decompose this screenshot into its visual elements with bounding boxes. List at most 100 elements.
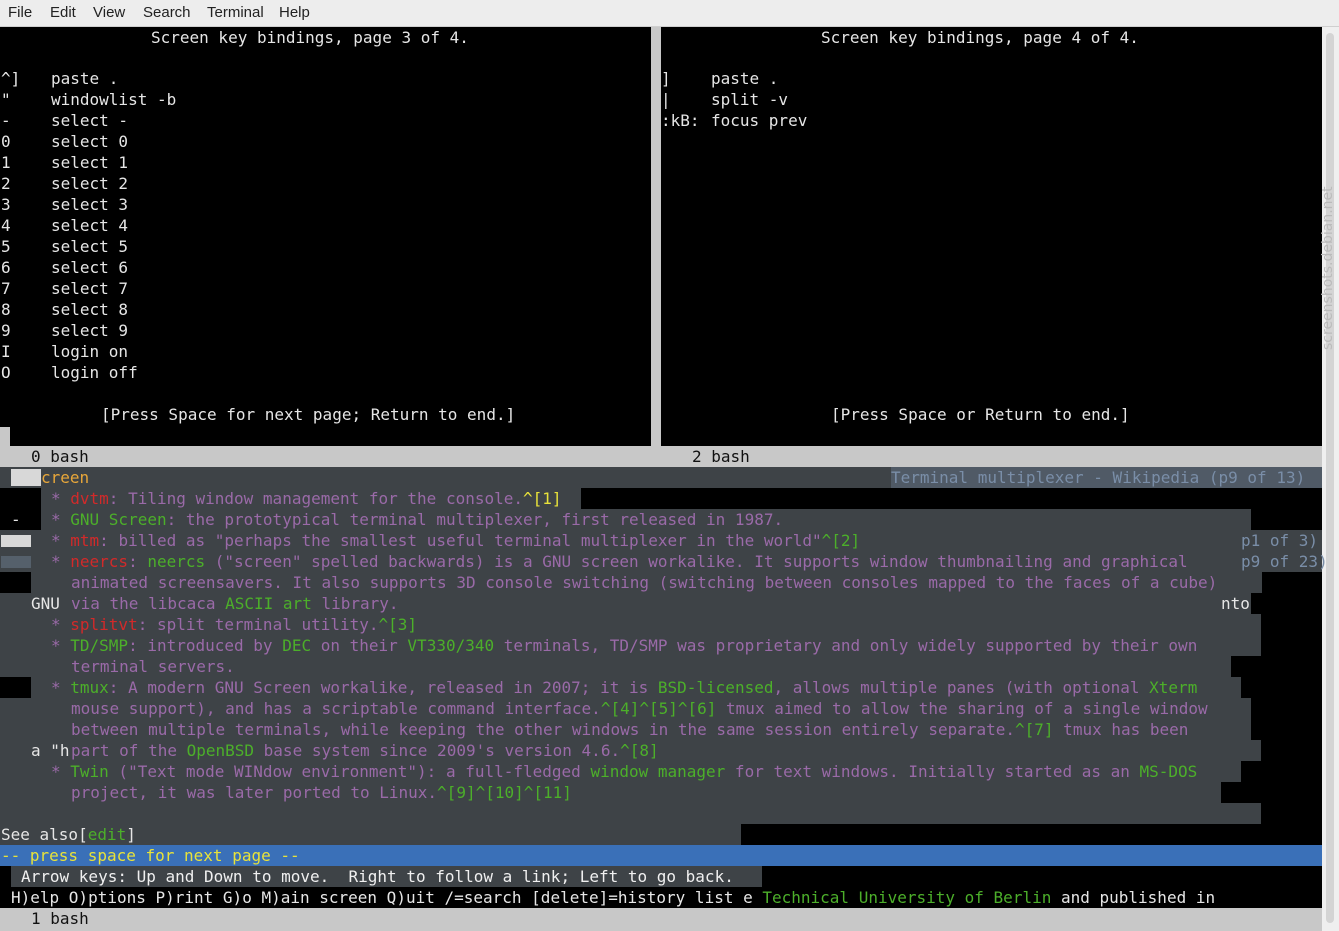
pane-separator[interactable] xyxy=(651,27,661,447)
menu-file[interactable]: File xyxy=(8,4,32,21)
link-edit[interactable]: edit xyxy=(88,825,127,844)
link-splitvt[interactable]: splitvt xyxy=(70,615,137,634)
menu-view[interactable]: View xyxy=(93,4,125,21)
bullet: * xyxy=(51,636,71,655)
fragment-gnu: GNU xyxy=(31,594,60,613)
bullet: * xyxy=(51,615,71,634)
key-label: 6 xyxy=(1,258,11,277)
link-bsd[interactable]: BSD-licensed xyxy=(658,678,774,697)
key-label: 2 xyxy=(1,174,11,193)
status-right-window[interactable]: 2 bash xyxy=(661,446,1322,467)
ref-link[interactable]: ^[9]^[10]^[11] xyxy=(437,783,572,802)
link-neercs-site[interactable]: neercs xyxy=(147,552,205,571)
text: terminal servers. xyxy=(71,657,235,676)
key-label: 3 xyxy=(1,195,11,214)
binding-command: focus prev xyxy=(711,111,808,130)
binding-command: select 6 xyxy=(51,258,129,277)
link-neercs[interactable]: neercs xyxy=(70,552,128,571)
bullet: * xyxy=(51,510,71,529)
text: : billed as "perhaps the smallest useful… xyxy=(99,531,822,550)
link-twin[interactable]: Twin xyxy=(70,762,109,781)
link-dvtm[interactable]: dvtm xyxy=(70,489,109,508)
text: part of the xyxy=(71,741,187,760)
fragment-page-1: p1 of 3) xyxy=(1241,531,1319,550)
fragment-dash: - xyxy=(11,510,21,529)
status-bottom-window[interactable]: 1 bash xyxy=(0,908,1322,931)
left-pane-footer: [Press Space for next page; Return to en… xyxy=(101,405,516,424)
menu-help[interactable]: Help xyxy=(279,4,310,21)
binding-command: select 7 xyxy=(51,279,129,298)
bullet: * xyxy=(51,531,71,550)
link-mtm[interactable]: mtm xyxy=(70,531,99,550)
text: and published in xyxy=(1051,888,1216,907)
text: : A modern GNU Screen workalike, release… xyxy=(108,678,658,697)
key-label: I xyxy=(1,342,11,361)
terminal-scrollbar[interactable] xyxy=(1322,27,1339,931)
menu-bar: File Edit View Search Terminal Help xyxy=(0,0,1339,27)
binding-command: windowlist -b xyxy=(51,90,177,109)
list-item-cont: part of the OpenBSD base system since 20… xyxy=(71,740,659,761)
link-tmux[interactable]: tmux xyxy=(70,678,109,697)
key-label: :kB: xyxy=(661,111,700,130)
status-separator xyxy=(651,446,661,467)
bullet: * xyxy=(51,552,71,571)
text: ("Text mode WINdow environment"): a full… xyxy=(108,762,591,781)
right-pane-title: Screen key bindings, page 4 of 4. xyxy=(821,28,1139,47)
next-page-prompt: -- press space for next page -- xyxy=(1,846,300,865)
key-label: 9 xyxy=(1,321,11,340)
list-item-cont: project, it was later ported to Linux.^[… xyxy=(71,782,572,803)
key-label: ] xyxy=(661,69,671,88)
binding-command: select 5 xyxy=(51,237,129,256)
text: : introduced by xyxy=(128,636,283,655)
list-item: * tmux: A modern GNU Screen workalike, r… xyxy=(51,677,1197,698)
scrollbar-thumb[interactable] xyxy=(1326,33,1334,923)
text: ] xyxy=(126,825,136,844)
link-ascii-art[interactable]: ASCII art xyxy=(225,594,312,613)
binding-command: select 1 xyxy=(51,153,129,172)
binding-command: paste . xyxy=(711,69,779,88)
link-window-manager[interactable]: window manager xyxy=(590,762,725,781)
link-xterm[interactable]: Xterm xyxy=(1149,678,1197,697)
binding-command: select 9 xyxy=(51,321,129,340)
status-left-window[interactable]: 0 bash xyxy=(0,446,651,467)
status-bottom-label: 1 bash xyxy=(31,909,89,928)
link-ms-dos[interactable]: MS-DOS xyxy=(1140,762,1198,781)
line-bg xyxy=(0,803,1261,824)
binding-command: select - xyxy=(51,111,129,130)
link-dec[interactable]: DEC xyxy=(282,636,311,655)
ref-link[interactable]: ^[8] xyxy=(620,741,659,760)
link-vt330[interactable]: VT330/340 xyxy=(407,636,494,655)
binding-command: select 3 xyxy=(51,195,129,214)
menu-terminal[interactable]: Terminal xyxy=(207,4,264,21)
ref-link[interactable]: ^[4]^[5]^[6] xyxy=(601,699,717,718)
help-line-1: Arrow keys: Up and Down to move. Right t… xyxy=(21,867,734,886)
ref-link[interactable]: ^[7] xyxy=(1015,720,1054,739)
text: tmux aimed to allow the sharing of a sin… xyxy=(716,699,1208,718)
ref-link[interactable]: ^[1] xyxy=(523,489,562,508)
link-openbsd[interactable]: OpenBSD xyxy=(187,741,254,760)
list-item: * Twin ("Text mode WINdow environment"):… xyxy=(51,761,1197,782)
line-bg xyxy=(11,677,31,698)
link-gnu-screen[interactable]: GNU Screen xyxy=(70,510,166,529)
menu-search[interactable]: Search xyxy=(143,4,191,21)
text: ("screen" spelled backwards) is a GNU sc… xyxy=(205,552,1188,571)
text: : the prototypical terminal multiplexer,… xyxy=(166,510,784,529)
text: base system since 2009's version 4.6. xyxy=(254,741,621,760)
link-tdsmp[interactable]: TD/SMP xyxy=(70,636,128,655)
text: tmux has been xyxy=(1053,720,1189,739)
binding-command: select 2 xyxy=(51,174,129,193)
fragment-page-2: p9 of 23) xyxy=(1241,552,1328,571)
list-item: * GNU Screen: the prototypical terminal … xyxy=(51,509,783,530)
ref-link[interactable]: ^[3] xyxy=(379,615,418,634)
link-tu-berlin[interactable]: Technical University of Berlin xyxy=(762,888,1051,907)
list-item: * TD/SMP: introduced by DEC on their VT3… xyxy=(51,635,1197,656)
binding-command: select 8 xyxy=(51,300,129,319)
key-label: " xyxy=(1,90,11,109)
left-pane-title: Screen key bindings, page 3 of 4. xyxy=(151,28,469,47)
line-bg xyxy=(11,572,31,593)
bullet: * xyxy=(51,489,71,508)
menu-edit[interactable]: Edit xyxy=(50,4,76,21)
ref-link[interactable]: ^[2] xyxy=(822,531,861,550)
fragment-ah: a "h xyxy=(31,741,70,760)
text: : Tiling window management for the conso… xyxy=(108,489,524,508)
